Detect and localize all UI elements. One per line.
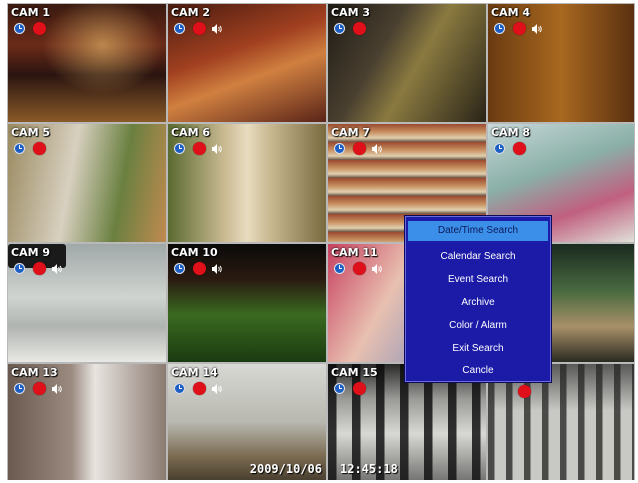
record-icon xyxy=(193,382,206,395)
camera-label: CAM 10 xyxy=(171,246,218,259)
speaker-icon xyxy=(532,24,542,34)
record-icon xyxy=(33,142,46,155)
record-icon xyxy=(353,382,366,395)
camera-label: CAM 13 xyxy=(11,366,58,379)
record-icon xyxy=(513,22,526,35)
record-icon xyxy=(353,262,366,275)
clock-icon xyxy=(494,143,505,154)
speaker-icon xyxy=(212,24,222,34)
camera-view-lobby-plants xyxy=(168,244,326,362)
camera-view-grocery-checkout xyxy=(8,124,166,242)
record-icon xyxy=(33,382,46,395)
clock-icon xyxy=(174,23,185,34)
record-icon xyxy=(353,142,366,155)
record-icon xyxy=(513,142,526,155)
camera-view-casino-floor xyxy=(168,4,326,122)
clock-icon xyxy=(174,143,185,154)
camera-view-slot-machines xyxy=(328,4,486,122)
camera-view-hallway xyxy=(488,4,634,122)
camera-label: CAM 6 xyxy=(171,126,211,139)
menu-item-date-time-search[interactable]: Date/Time Search xyxy=(408,221,548,241)
clock-icon xyxy=(334,263,345,274)
record-icon xyxy=(518,385,531,398)
speaker-icon xyxy=(212,384,222,394)
camera-tile-1[interactable]: CAM 1 xyxy=(8,4,166,122)
camera-tile-3[interactable]: CAM 3 xyxy=(328,4,486,122)
camera-tile-2[interactable]: CAM 2 xyxy=(168,4,326,122)
speaker-icon xyxy=(52,264,62,274)
camera-label: CAM 5 xyxy=(11,126,51,139)
clock-icon xyxy=(334,23,345,34)
clock-icon xyxy=(14,23,25,34)
dvr-multiview-grid: CAM 1 CAM 2 CAM 3 CAM 4 CAM 5 CAM 6 CAM … xyxy=(7,3,635,480)
speaker-icon xyxy=(52,384,62,394)
camera-label: CAM 2 xyxy=(171,6,211,19)
clock-icon xyxy=(14,263,25,274)
time-display: 12:45:18 xyxy=(340,462,398,476)
camera-label: CAM 8 xyxy=(491,126,531,139)
menu-item-cancel[interactable]: Cancle xyxy=(408,361,548,381)
record-icon xyxy=(193,22,206,35)
clock-icon xyxy=(334,143,345,154)
clock-icon xyxy=(14,143,25,154)
speaker-icon xyxy=(212,264,222,274)
camera-tile-4[interactable]: CAM 4 xyxy=(488,4,634,122)
clock-icon xyxy=(174,263,185,274)
menu-item-event-search[interactable]: Event Search xyxy=(408,270,548,290)
record-icon xyxy=(193,262,206,275)
clock-icon xyxy=(334,383,345,394)
speaker-icon xyxy=(372,264,382,274)
camera-tile-14[interactable]: CAM 14 2009/10/06 xyxy=(168,364,326,480)
record-icon xyxy=(353,22,366,35)
camera-tile-9[interactable]: CAM 9 xyxy=(8,244,166,362)
speaker-icon xyxy=(212,144,222,154)
menu-item-archive[interactable]: Archive xyxy=(408,293,548,313)
camera-tile-6[interactable]: CAM 6 xyxy=(168,124,326,242)
camera-tile-10[interactable]: CAM 10 xyxy=(168,244,326,362)
camera-label: CAM 11 xyxy=(331,246,378,259)
menu-item-calendar-search[interactable]: Calendar Search xyxy=(408,247,548,267)
clock-icon xyxy=(14,383,25,394)
camera-tile-13[interactable]: CAM 13 xyxy=(8,364,166,480)
date-display: 2009/10/06 xyxy=(249,462,322,476)
camera-label: CAM 14 xyxy=(171,366,218,379)
camera-label: CAM 4 xyxy=(491,6,531,19)
menu-item-color-alarm[interactable]: Color / Alarm xyxy=(408,316,548,336)
menu-item-exit-search[interactable]: Exit Search xyxy=(408,339,548,359)
clock-icon xyxy=(174,383,185,394)
camera-view-store-aisle xyxy=(168,124,326,242)
record-icon xyxy=(33,262,46,275)
camera-label: CAM 3 xyxy=(331,6,371,19)
camera-label: CAM 9 xyxy=(11,246,51,259)
camera-label: CAM 7 xyxy=(331,126,371,139)
clock-icon xyxy=(494,23,505,34)
speaker-icon xyxy=(372,144,382,154)
record-icon xyxy=(33,22,46,35)
search-menu: Date/Time Search Calendar Search Event S… xyxy=(404,215,552,383)
camera-label: CAM 1 xyxy=(11,6,51,19)
record-icon xyxy=(193,142,206,155)
camera-tile-5[interactable]: CAM 5 xyxy=(8,124,166,242)
camera-label: CAM 15 xyxy=(331,366,378,379)
camera-view-office-doorway xyxy=(8,364,166,480)
